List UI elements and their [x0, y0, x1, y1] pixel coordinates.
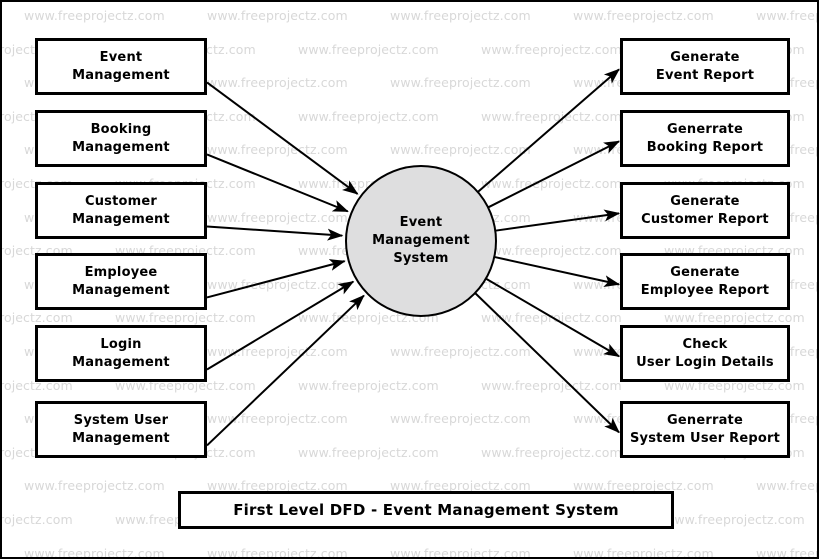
input-entity-booking-management[interactable]: Booking Management: [35, 110, 207, 167]
dfd-diagram-canvas: www.freeprojectz.com www.freeprojectz.com…: [0, 0, 819, 559]
entity-label: Generrate Booking Report: [646, 121, 764, 155]
watermark-text: www.freeprojectz.com: [756, 478, 817, 494]
watermark-text: www.freeprojectz.com: [24, 545, 165, 559]
watermark-text: www.freeprojectz.com: [390, 8, 531, 23]
watermark-text: www.freeprojectz.com: [24, 8, 165, 23]
flow-login-management-in: [206, 280, 355, 371]
input-entity-system-user-management[interactable]: System User Management: [35, 401, 207, 458]
watermark-text: www.freeprojectz.com: [573, 8, 714, 23]
entity-label: Login Management: [72, 336, 170, 370]
watermark-text: www.freeprojectz.com: [481, 41, 622, 57]
entity-label: Generrate System User Report: [629, 412, 780, 446]
output-entity-generrate-booking-report[interactable]: Generrate Booking Report: [620, 110, 790, 167]
watermark-text: www.freeprojectz.com: [756, 8, 817, 23]
watermark-text: www.freeprojectz.com: [2, 310, 73, 326]
flow-system-user-management-in: [206, 294, 365, 447]
output-entity-generate-event-report[interactable]: Generate Event Report: [620, 38, 790, 95]
watermark-text: www.freeprojectz.com: [298, 108, 439, 124]
watermark-text: www.freeprojectz.com: [481, 243, 622, 259]
input-entity-login-management[interactable]: Login Management: [35, 325, 207, 382]
watermark-text: www.freeprojectz.com: [756, 545, 817, 559]
watermark-text: www.freeprojectz.com: [2, 512, 73, 527]
entity-label: Customer Management: [72, 193, 170, 227]
process-event-management-system[interactable]: Event Management System: [345, 165, 497, 317]
watermark-text: www.freeprojectz.com: [207, 8, 348, 23]
flow-employee-management-in: [206, 259, 346, 299]
entity-label: Generate Employee Report: [640, 264, 770, 298]
entity-label: Event Management: [72, 49, 170, 83]
entity-label: Employee Management: [72, 264, 170, 298]
watermark-text: www.freeprojectz.com: [664, 310, 805, 326]
watermark-text: www.freeprojectz.com: [207, 276, 348, 292]
entity-label: Generate Customer Report: [641, 193, 769, 227]
flow-booking-management-in: [206, 153, 349, 213]
output-entity-generate-customer-report[interactable]: Generate Customer Report: [620, 182, 790, 239]
flow-generrate-booking-report-out: [487, 140, 621, 209]
input-entity-customer-management[interactable]: Customer Management: [35, 182, 207, 239]
watermark-text: www.freeprojectz.com: [298, 377, 439, 393]
entity-label: Booking Management: [72, 121, 170, 155]
watermark-text: www.freeprojectz.com: [390, 545, 531, 559]
output-entity-generate-employee-report[interactable]: Generate Employee Report: [620, 253, 790, 310]
input-entity-employee-management[interactable]: Employee Management: [35, 253, 207, 310]
watermark-text: www.freeprojectz.com: [390, 75, 531, 91]
watermark-text: www.freeprojectz.com: [207, 344, 348, 359]
watermark-text: www.freeprojectz.com: [481, 108, 622, 124]
watermark-text: www.freeprojectz.com: [207, 209, 348, 225]
process-label: Event Management System: [372, 214, 470, 267]
watermark-text: www.freeprojectz.com: [390, 142, 531, 158]
flow-customer-management-in: [206, 225, 344, 241]
entity-label: System User Management: [72, 412, 170, 446]
flow-generrate-system-user-report-out: [474, 292, 620, 434]
entity-label: Check User Login Details: [636, 336, 774, 370]
watermark-text: www.freeprojectz.com: [390, 344, 531, 359]
diagram-caption-text: First Level DFD - Event Management Syste…: [233, 501, 619, 519]
watermark-text: www.freeprojectz.com: [390, 411, 531, 427]
watermark-text: www.freeprojectz.com: [481, 377, 622, 393]
entity-label: Generate Event Report: [655, 49, 755, 83]
input-entity-event-management[interactable]: Event Management: [35, 38, 207, 95]
watermark-text: www.freeprojectz.com: [207, 75, 348, 91]
flow-generate-event-report-out: [477, 68, 620, 193]
watermark-text: www.freeprojectz.com: [24, 478, 165, 494]
flow-generate-customer-report-out: [495, 209, 621, 232]
watermark-text: www.freeprojectz.com: [207, 411, 348, 427]
watermark-text: www.freeprojectz.com: [573, 545, 714, 559]
watermark-text: www.freeprojectz.com: [115, 310, 256, 326]
watermark-text: www.freeprojectz.com: [298, 41, 439, 57]
watermark-text: www.freeprojectz.com: [481, 310, 622, 326]
flow-generate-employee-report-out: [494, 255, 621, 288]
watermark-text: www.freeprojectz.com: [207, 545, 348, 559]
flow-event-management-in: [206, 81, 359, 195]
watermark-text: www.freeprojectz.com: [207, 142, 348, 158]
output-entity-generrate-system-user-report[interactable]: Generrate System User Report: [620, 401, 790, 458]
output-entity-check-user-login-details[interactable]: Check User Login Details: [620, 325, 790, 382]
watermark-text: www.freeprojectz.com: [481, 176, 622, 191]
flow-check-user-login-details-out: [485, 277, 621, 358]
watermark-text: www.freeprojectz.com: [481, 444, 622, 460]
watermark-text: www.freeprojectz.com: [298, 444, 439, 460]
diagram-caption-box: First Level DFD - Event Management Syste…: [178, 491, 674, 529]
watermark-text: www.freeprojectz.com: [664, 512, 805, 527]
